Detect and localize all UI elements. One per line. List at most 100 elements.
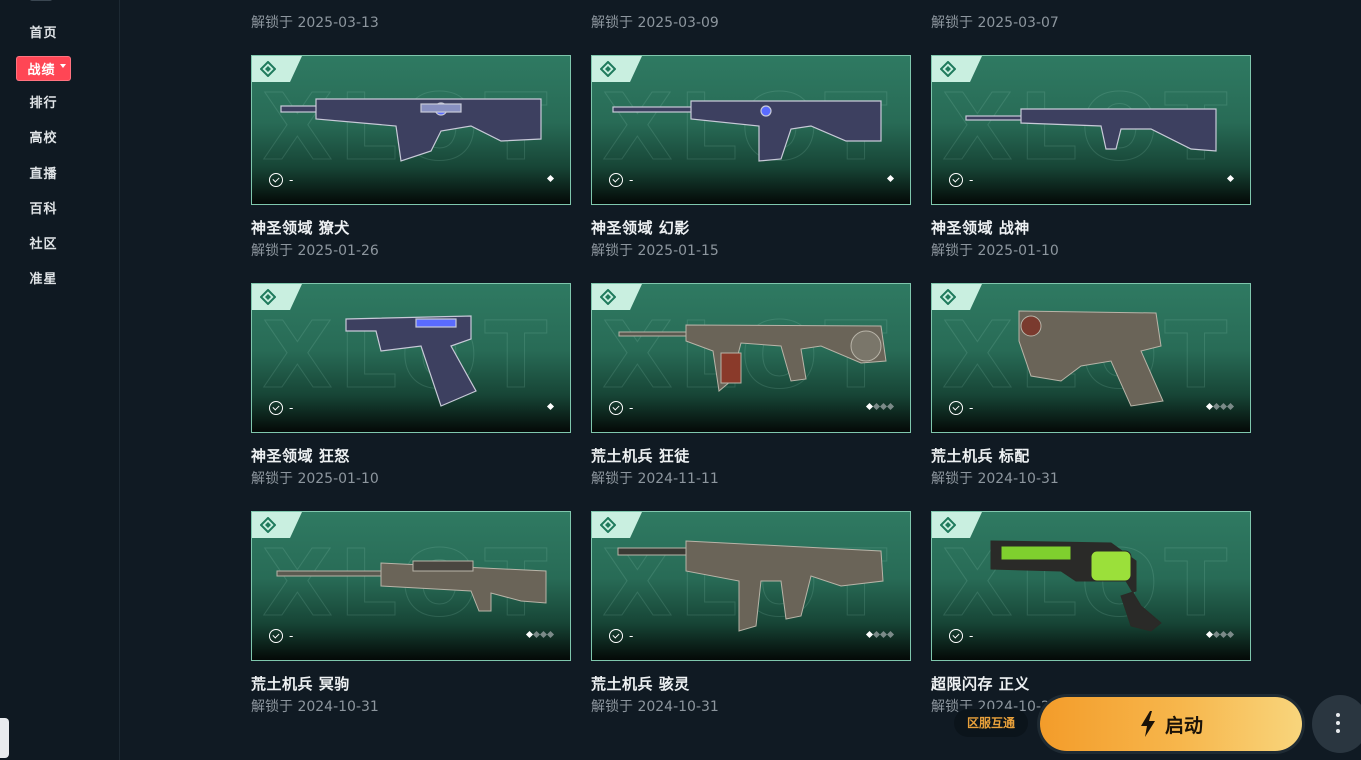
level-indicator [525, 630, 555, 639]
unlock-date: 解锁于 2025-03-13 [251, 15, 379, 31]
skin-card[interactable]: XLOT- [591, 55, 911, 205]
weapon-image [276, 560, 547, 612]
level-indicator [1226, 174, 1235, 183]
rarity-icon [940, 289, 956, 305]
weapon-image [280, 98, 542, 162]
unlock-date: 解锁于 2025-01-15 [591, 243, 719, 259]
rarity-icon [940, 61, 956, 77]
level-diamond-icon [546, 174, 555, 183]
skin-name: 荒土机兵 冥驹 [251, 675, 350, 693]
sidebar-item-label: 战绩 [27, 63, 56, 78]
level-indicator [546, 174, 555, 183]
tier-icon [949, 629, 963, 643]
weapon-image [345, 315, 477, 407]
tier-icon [269, 401, 283, 415]
weapon-image [612, 100, 882, 162]
chevron-down-icon [59, 64, 66, 68]
weapon-image [1018, 310, 1164, 407]
level-indicator [865, 630, 895, 639]
skin-name: 超限闪存 正义 [931, 675, 1030, 693]
unlock-date: 解锁于 2024-11-11 [591, 471, 719, 487]
skin-name: 神圣领域 獠犬 [251, 219, 350, 237]
rarity-icon [940, 517, 956, 533]
level-diamond-icon [1226, 174, 1235, 183]
tier-info: - [269, 629, 293, 643]
unlock-date: 解锁于 2025-03-07 [931, 15, 1059, 31]
sidebar-item-wiki[interactable]: 百科 [0, 198, 87, 217]
sidebar-top-stub [30, 0, 52, 1]
tier-icon [609, 173, 623, 187]
sidebar-item-community[interactable]: 社区 [0, 233, 87, 252]
launch-button[interactable]: 启动 [1040, 697, 1302, 751]
unlock-date: 解锁于 2024-10-31 [591, 699, 719, 715]
rarity-icon [600, 517, 616, 533]
launch-label: 启动 [1164, 714, 1203, 737]
skin-card[interactable]: XLOT- [251, 283, 571, 433]
tier-value: - [969, 401, 974, 415]
skin-card[interactable]: XLOT- [591, 511, 911, 661]
weapon-image [618, 324, 887, 392]
rarity-icon [600, 289, 616, 305]
tier-value: - [969, 173, 974, 187]
unlock-date: 解锁于 2025-01-10 [251, 471, 379, 487]
tier-icon [609, 401, 623, 415]
level-indicator [1205, 402, 1235, 411]
tier-info: - [949, 629, 973, 643]
level-indicator [546, 402, 555, 411]
rarity-icon [260, 61, 276, 77]
level-indicator [886, 174, 895, 183]
sidebar-item-rank[interactable]: 排行 [0, 92, 87, 111]
tier-info: - [609, 629, 633, 643]
skin-card[interactable]: XLOT- [591, 283, 911, 433]
sidebar-item-record[interactable]: 战绩 [0, 57, 87, 80]
server-interop-badge[interactable]: 区服互通 [954, 709, 1028, 737]
tier-value: - [289, 629, 294, 643]
panel-handle[interactable] [0, 718, 9, 758]
rarity-icon [260, 289, 276, 305]
tier-icon [949, 401, 963, 415]
skin-name: 荒土机兵 狂徒 [591, 447, 690, 465]
unlock-date: 解锁于 2024-10-31 [931, 471, 1059, 487]
skin-card[interactable]: XLOT- [251, 55, 571, 205]
tier-value: - [629, 629, 634, 643]
weapon-image [990, 540, 1162, 632]
tier-icon [269, 173, 283, 187]
tier-info: - [269, 173, 293, 187]
skin-name: 荒土机兵 骇灵 [591, 675, 690, 693]
level-diamond-icon [1226, 630, 1235, 639]
sidebar-item-crosshair[interactable]: 准星 [0, 268, 87, 287]
lightning-icon [1140, 711, 1155, 737]
level-diamond-icon [546, 630, 555, 639]
unlock-date: 解锁于 2025-03-09 [591, 15, 719, 31]
sidebar-item-home[interactable]: 首页 [0, 22, 87, 41]
level-diamond-icon [1226, 402, 1235, 411]
sidebar-item-live[interactable]: 直播 [0, 163, 87, 182]
tier-icon [269, 629, 283, 643]
tier-info: - [949, 401, 973, 415]
skin-card[interactable]: XLOT- [931, 283, 1251, 433]
more-vertical-icon [1336, 713, 1340, 733]
level-diamond-icon [546, 402, 555, 411]
tier-info: - [609, 173, 633, 187]
more-options-button[interactable] [1312, 695, 1361, 753]
rarity-icon [260, 517, 276, 533]
tier-value: - [969, 629, 974, 643]
skin-card[interactable]: XLOT- [251, 511, 571, 661]
tier-value: - [289, 173, 294, 187]
tier-icon [949, 173, 963, 187]
unlock-date: 解锁于 2025-01-26 [251, 243, 379, 259]
skin-name: 神圣领域 狂怒 [251, 447, 350, 465]
level-diamond-icon [886, 630, 895, 639]
skin-card[interactable]: XLOT- [931, 511, 1251, 661]
skin-name: 神圣领域 幻影 [591, 219, 690, 237]
rarity-icon [600, 61, 616, 77]
tier-icon [609, 629, 623, 643]
tier-info: - [949, 173, 973, 187]
sidebar-item-college[interactable]: 高校 [0, 127, 87, 146]
level-indicator [865, 402, 895, 411]
sidebar: 首页 战绩 排行 高校 直播 百科 社区 准星 [0, 0, 120, 760]
skin-card[interactable]: XLOT- [931, 55, 1251, 205]
tier-info: - [609, 401, 633, 415]
unlock-date: 解锁于 2024-10-31 [251, 699, 379, 715]
unlock-date: 解锁于 2025-01-10 [931, 243, 1059, 259]
